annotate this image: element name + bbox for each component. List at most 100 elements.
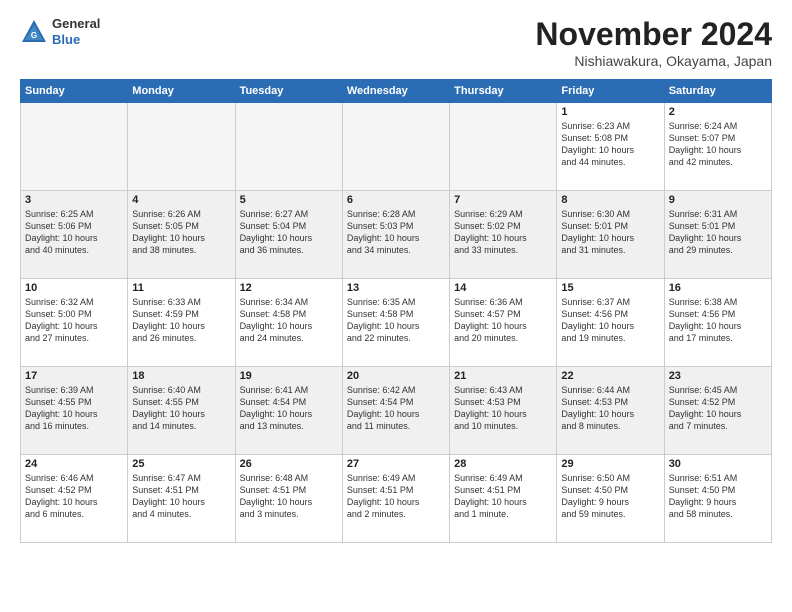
month-title: November 2024 [535,16,772,53]
cell-text: Sunrise: 6:44 AM Sunset: 4:53 PM Dayligh… [561,384,659,433]
logo: G General Blue [20,16,100,47]
calendar-cell [235,103,342,191]
day-number: 18 [132,370,230,382]
day-number: 29 [561,458,659,470]
day-number: 15 [561,282,659,294]
calendar-cell: 10 Sunrise: 6:32 AM Sunset: 5:00 PM Dayli… [21,279,128,367]
page: G General Blue November 2024 Nishiawakur… [0,0,792,612]
calendar-week-row: 1 Sunrise: 6:23 AM Sunset: 5:08 PM Daylig… [21,103,772,191]
cell-text: Sunrise: 6:26 AM Sunset: 5:05 PM Dayligh… [132,208,230,257]
day-number: 6 [347,194,445,206]
calendar-cell: 4 Sunrise: 6:26 AM Sunset: 5:05 PM Daylig… [128,191,235,279]
logo-icon: G [20,18,48,46]
calendar-cell: 30Sunrise: 6:51 AM Sunset: 4:50 PM Dayli… [664,455,771,543]
weekday-header: Saturday [664,80,771,103]
calendar-week-row: 3Sunrise: 6:25 AM Sunset: 5:06 PM Daylig… [21,191,772,279]
day-number: 10 [25,282,123,294]
cell-text: Sunrise: 6:25 AM Sunset: 5:06 PM Dayligh… [25,208,123,257]
cell-text: Sunrise: 6:42 AM Sunset: 4:54 PM Dayligh… [347,384,445,433]
calendar: SundayMondayTuesdayWednesdayThursdayFrid… [20,79,772,543]
calendar-cell: 19Sunrise: 6:41 AM Sunset: 4:54 PM Dayli… [235,367,342,455]
calendar-cell: 7 Sunrise: 6:29 AM Sunset: 5:02 PM Daylig… [450,191,557,279]
day-number: 5 [240,194,338,206]
cell-text: Sunrise: 6:29 AM Sunset: 5:02 PM Dayligh… [454,208,552,257]
day-number: 17 [25,370,123,382]
cell-text: Sunrise: 6:45 AM Sunset: 4:52 PM Dayligh… [669,384,767,433]
day-number: 16 [669,282,767,294]
calendar-cell: 17 Sunrise: 6:39 AM Sunset: 4:55 PM Dayli… [21,367,128,455]
day-number: 12 [240,282,338,294]
calendar-cell: 14Sunrise: 6:36 AM Sunset: 4:57 PM Dayli… [450,279,557,367]
cell-text: Sunrise: 6:48 AM Sunset: 4:51 PM Dayligh… [240,472,338,521]
day-number: 26 [240,458,338,470]
day-number: 30 [669,458,767,470]
calendar-week-row: 24 Sunrise: 6:46 AM Sunset: 4:52 PM Dayli… [21,455,772,543]
cell-text: Sunrise: 6:28 AM Sunset: 5:03 PM Dayligh… [347,208,445,257]
calendar-week-row: 10 Sunrise: 6:32 AM Sunset: 5:00 PM Dayli… [21,279,772,367]
cell-text: Sunrise: 6:30 AM Sunset: 5:01 PM Dayligh… [561,208,659,257]
cell-text: Sunrise: 6:40 AM Sunset: 4:55 PM Dayligh… [132,384,230,433]
weekday-header: Sunday [21,80,128,103]
day-number: 8 [561,194,659,206]
day-number: 4 [132,194,230,206]
calendar-cell: 13Sunrise: 6:35 AM Sunset: 4:58 PM Dayli… [342,279,449,367]
calendar-cell: 11 Sunrise: 6:33 AM Sunset: 4:59 PM Dayli… [128,279,235,367]
calendar-cell: 16 Sunrise: 6:38 AM Sunset: 4:56 PM Dayli… [664,279,771,367]
calendar-cell: 1 Sunrise: 6:23 AM Sunset: 5:08 PM Daylig… [557,103,664,191]
calendar-header-row: SundayMondayTuesdayWednesdayThursdayFrid… [21,80,772,103]
calendar-cell: 22Sunrise: 6:44 AM Sunset: 4:53 PM Dayli… [557,367,664,455]
day-number: 2 [669,106,767,118]
weekday-header: Friday [557,80,664,103]
calendar-cell: 8 Sunrise: 6:30 AM Sunset: 5:01 PM Daylig… [557,191,664,279]
cell-text: Sunrise: 6:41 AM Sunset: 4:54 PM Dayligh… [240,384,338,433]
day-number: 24 [25,458,123,470]
calendar-cell: 25 Sunrise: 6:47 AM Sunset: 4:51 PM Dayli… [128,455,235,543]
cell-text: Sunrise: 6:31 AM Sunset: 5:01 PM Dayligh… [669,208,767,257]
day-number: 25 [132,458,230,470]
logo-text: General Blue [52,16,100,47]
calendar-cell [128,103,235,191]
weekday-header: Wednesday [342,80,449,103]
calendar-cell [342,103,449,191]
day-number: 27 [347,458,445,470]
cell-text: Sunrise: 6:34 AM Sunset: 4:58 PM Dayligh… [240,296,338,345]
calendar-cell: 26 Sunrise: 6:48 AM Sunset: 4:51 PM Dayli… [235,455,342,543]
day-number: 21 [454,370,552,382]
cell-text: Sunrise: 6:27 AM Sunset: 5:04 PM Dayligh… [240,208,338,257]
day-number: 1 [561,106,659,118]
weekday-header: Monday [128,80,235,103]
cell-text: Sunrise: 6:35 AM Sunset: 4:58 PM Dayligh… [347,296,445,345]
cell-text: Sunrise: 6:38 AM Sunset: 4:56 PM Dayligh… [669,296,767,345]
title-block: November 2024 Nishiawakura, Okayama, Jap… [535,16,772,69]
cell-text: Sunrise: 6:49 AM Sunset: 4:51 PM Dayligh… [347,472,445,521]
cell-text: Sunrise: 6:36 AM Sunset: 4:57 PM Dayligh… [454,296,552,345]
calendar-cell [21,103,128,191]
cell-text: Sunrise: 6:50 AM Sunset: 4:50 PM Dayligh… [561,472,659,521]
cell-text: Sunrise: 6:37 AM Sunset: 4:56 PM Dayligh… [561,296,659,345]
day-number: 11 [132,282,230,294]
day-number: 20 [347,370,445,382]
weekday-header: Thursday [450,80,557,103]
calendar-cell: 3Sunrise: 6:25 AM Sunset: 5:06 PM Daylig… [21,191,128,279]
calendar-cell: 2Sunrise: 6:24 AM Sunset: 5:07 PM Daylig… [664,103,771,191]
calendar-cell: 18 Sunrise: 6:40 AM Sunset: 4:55 PM Dayli… [128,367,235,455]
cell-text: Sunrise: 6:33 AM Sunset: 4:59 PM Dayligh… [132,296,230,345]
cell-text: Sunrise: 6:46 AM Sunset: 4:52 PM Dayligh… [25,472,123,521]
calendar-cell: 20 Sunrise: 6:42 AM Sunset: 4:54 PM Dayli… [342,367,449,455]
cell-text: Sunrise: 6:23 AM Sunset: 5:08 PM Dayligh… [561,120,659,169]
calendar-cell: 27 Sunrise: 6:49 AM Sunset: 4:51 PM Dayli… [342,455,449,543]
header: G General Blue November 2024 Nishiawakur… [20,16,772,69]
calendar-cell: 5 Sunrise: 6:27 AM Sunset: 5:04 PM Daylig… [235,191,342,279]
calendar-cell: 28 Sunrise: 6:49 AM Sunset: 4:51 PM Dayli… [450,455,557,543]
calendar-cell: 9Sunrise: 6:31 AM Sunset: 5:01 PM Daylig… [664,191,771,279]
day-number: 7 [454,194,552,206]
calendar-cell [450,103,557,191]
location: Nishiawakura, Okayama, Japan [535,53,772,69]
cell-text: Sunrise: 6:32 AM Sunset: 5:00 PM Dayligh… [25,296,123,345]
calendar-cell: 21Sunrise: 6:43 AM Sunset: 4:53 PM Dayli… [450,367,557,455]
cell-text: Sunrise: 6:39 AM Sunset: 4:55 PM Dayligh… [25,384,123,433]
day-number: 28 [454,458,552,470]
cell-text: Sunrise: 6:49 AM Sunset: 4:51 PM Dayligh… [454,472,552,521]
cell-text: Sunrise: 6:47 AM Sunset: 4:51 PM Dayligh… [132,472,230,521]
calendar-cell: 12 Sunrise: 6:34 AM Sunset: 4:58 PM Dayli… [235,279,342,367]
